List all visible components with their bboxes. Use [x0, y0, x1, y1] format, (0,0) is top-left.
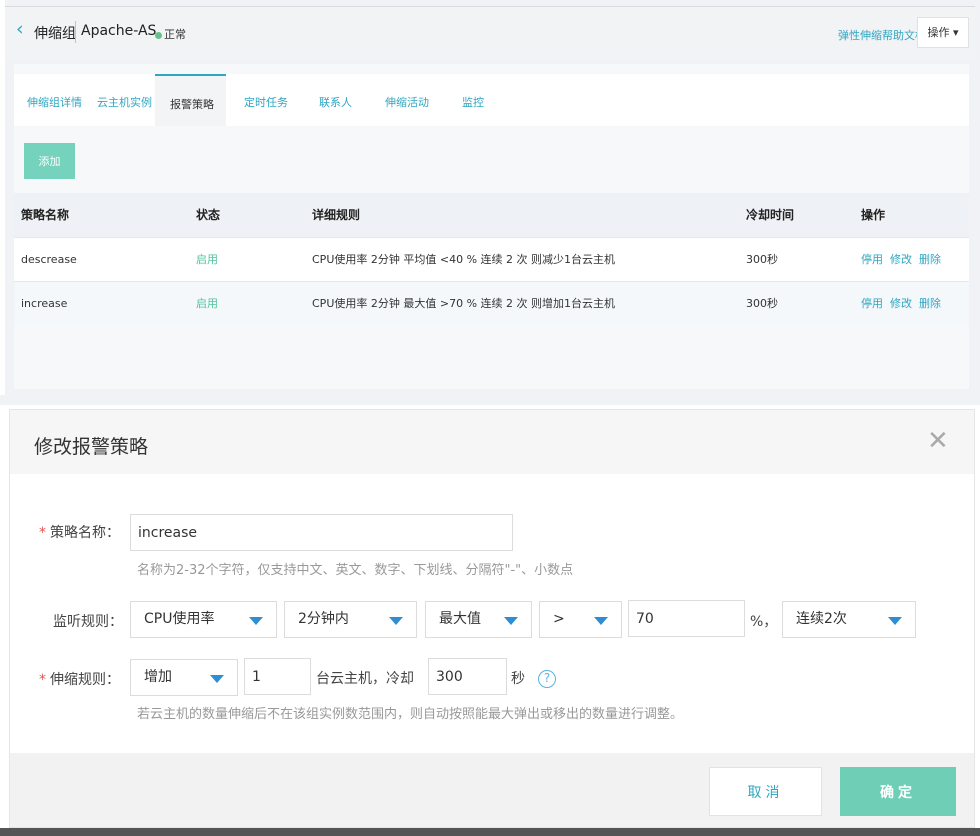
group-name: Apache-AS — [81, 23, 157, 39]
table-header: 策略名称 状态 详细规则 冷却时间 操作 — [14, 193, 969, 237]
required-star: * — [39, 525, 46, 541]
table-row: descrease 启用 CPU使用率 2分钟 平均值 <40 % 连续 2 次… — [14, 237, 969, 281]
header-cooldown: 冷却时间 — [746, 208, 795, 222]
chevron-down-icon — [389, 617, 403, 625]
status-dot-icon — [155, 32, 162, 39]
actions-dropdown[interactable]: 操作 ▾ — [917, 17, 969, 48]
operator-select[interactable]: > — [539, 601, 622, 638]
times-select[interactable]: 连续2次 — [782, 601, 916, 638]
delete-link[interactable]: 删除 — [919, 253, 941, 266]
policy-name-input[interactable] — [130, 514, 513, 551]
dialog-footer: 取消 确定 — [10, 753, 974, 827]
policy-name-label-text: 策略名称： — [50, 525, 120, 541]
period-value: 2分钟内 — [298, 611, 349, 627]
policy-name-hint: 名称为2-32个字符，仅支持中文、英文、数字、下划线、分隔符"-"、小数点 — [137, 563, 574, 578]
console-background: ‹ 伸缩组 Apache-AS 正常 弹性伸缩帮助文档 操作 ▾ 伸缩组详情 云… — [0, 0, 980, 405]
header-policy-name: 策略名称 — [21, 208, 70, 222]
statistic-value: 最大值 — [439, 611, 481, 627]
dialog-title: 修改报警策略 — [34, 436, 149, 458]
table-row: increase 启用 CPU使用率 2分钟 最大值 >70 % 连续 2 次 … — [14, 281, 969, 325]
edit-link[interactable]: 修改 — [890, 297, 912, 310]
metric-value: CPU使用率 — [144, 611, 215, 627]
operator-value: > — [553, 611, 565, 627]
chevron-down-icon — [594, 617, 608, 625]
help-doc-link[interactable]: 弹性伸缩帮助文档 — [838, 27, 926, 43]
header-state: 状态 — [196, 208, 221, 222]
edit-alarm-policy-dialog: 修改报警策略 ✕ *策略名称： 名称为2-32个字符，仅支持中文、英文、数字、下… — [9, 409, 975, 828]
period-select[interactable]: 2分钟内 — [284, 601, 417, 638]
tab-bar: 伸缩组详情 云主机实例 报警策略 定时任务 联系人 伸缩活动 监控 — [14, 74, 969, 126]
scale-rule-label-text: 伸缩规则： — [50, 672, 120, 688]
status-badge: 正常 — [164, 28, 186, 41]
content-panel: 伸缩组详情 云主机实例 报警策略 定时任务 联系人 伸缩活动 监控 添加 策略名… — [14, 64, 969, 389]
edit-link[interactable]: 修改 — [890, 253, 912, 266]
policy-name: increase — [21, 297, 68, 310]
scale-rule-label: * 伸缩规则： — [39, 669, 120, 689]
chevron-left-icon[interactable]: ‹ — [16, 18, 24, 40]
tab-group-details[interactable]: 伸缩组详情 — [27, 94, 82, 110]
threshold-input[interactable] — [628, 600, 745, 637]
page-title: 伸缩组 — [34, 26, 76, 42]
delete-link[interactable]: 删除 — [919, 297, 941, 310]
header-rule: 详细规则 — [312, 208, 361, 222]
monitor-rule-label: 监听规则： — [53, 614, 123, 630]
policy-cooldown: 300秒 — [746, 253, 778, 266]
row-actions: 停用 修改 删除 — [861, 238, 948, 282]
header-actions: 操作 — [861, 208, 886, 222]
chevron-down-icon — [888, 617, 902, 625]
row-actions: 停用 修改 删除 — [861, 282, 948, 326]
chevron-down-icon — [249, 617, 263, 625]
dialog-header: 修改报警策略 ✕ — [10, 410, 974, 474]
policy-cooldown: 300秒 — [746, 297, 778, 310]
scale-action-select[interactable]: 增加 — [130, 659, 238, 696]
disable-link[interactable]: 停用 — [861, 297, 883, 310]
percent-unit: %， — [750, 614, 778, 630]
left-edge — [0, 0, 5, 395]
scale-text: 台云主机，冷却 — [316, 671, 414, 687]
disable-link[interactable]: 停用 — [861, 253, 883, 266]
scale-action-value: 增加 — [144, 669, 172, 685]
cooldown-input[interactable] — [428, 658, 507, 695]
policy-rule: CPU使用率 2分钟 最大值 >70 % 连续 2 次 则增加1台云主机 — [312, 297, 615, 310]
policy-rule: CPU使用率 2分钟 平均值 <40 % 连续 2 次 则减少1台云主机 — [312, 253, 615, 266]
chevron-down-icon — [504, 617, 518, 625]
add-button[interactable]: 添加 — [24, 143, 75, 179]
close-icon[interactable]: ✕ — [927, 426, 949, 456]
title-divider — [75, 21, 76, 43]
bottom-edge — [0, 828, 980, 836]
policy-name: descrease — [21, 253, 77, 266]
times-value: 连续2次 — [796, 611, 847, 627]
tab-alarm-policy[interactable]: 报警策略 — [155, 74, 226, 126]
tab-scheduled-tasks[interactable]: 定时任务 — [244, 94, 288, 110]
top-bar: ‹ 伸缩组 Apache-AS 正常 弹性伸缩帮助文档 操作 ▾ — [5, 6, 975, 59]
tab-instances[interactable]: 云主机实例 — [97, 94, 152, 110]
tab-scaling-activity[interactable]: 伸缩活动 — [385, 94, 429, 110]
scale-rule-hint: 若云主机的数量伸缩后不在该组实例数范围内，则自动按照能最大弹出或移出的数量进行调… — [137, 707, 684, 722]
statistic-select[interactable]: 最大值 — [425, 601, 532, 638]
chevron-down-icon — [210, 675, 224, 683]
policy-name-label: * 策略名称： — [39, 522, 120, 542]
policy-state: 启用 — [196, 253, 218, 266]
question-circle-icon[interactable]: ? — [538, 670, 556, 688]
cancel-button[interactable]: 取消 — [709, 767, 822, 816]
policy-state: 启用 — [196, 297, 218, 310]
confirm-button[interactable]: 确定 — [840, 767, 956, 816]
metric-select[interactable]: CPU使用率 — [130, 601, 277, 638]
required-star: * — [39, 672, 46, 688]
tab-contacts[interactable]: 联系人 — [319, 94, 352, 110]
cooldown-unit: 秒 — [511, 671, 525, 687]
tab-monitoring[interactable]: 监控 — [462, 94, 484, 110]
scale-count-input[interactable] — [244, 658, 311, 695]
